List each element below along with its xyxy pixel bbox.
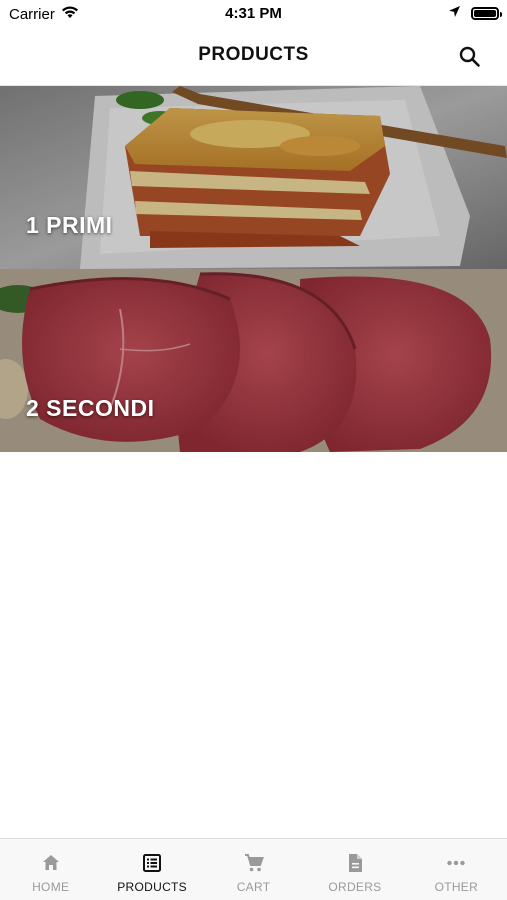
- header-bar: PRODUCTS: [0, 28, 507, 86]
- tab-bar: HOME PRODUCTS CART ORDERS OTHER: [0, 838, 507, 900]
- list-icon: [143, 854, 162, 872]
- category-tile-secondi[interactable]: 2 SECONDI: [0, 269, 507, 452]
- status-right: [448, 5, 502, 22]
- tab-label: CART: [236, 880, 271, 894]
- tab-other[interactable]: OTHER: [406, 839, 507, 900]
- battery-icon: [471, 7, 502, 20]
- tab-cart[interactable]: CART: [203, 839, 304, 900]
- more-icon: [447, 860, 466, 866]
- search-button[interactable]: [455, 42, 485, 72]
- location-arrow-icon: [448, 5, 461, 22]
- tab-home[interactable]: HOME: [0, 839, 101, 900]
- tab-products[interactable]: PRODUCTS: [101, 839, 202, 900]
- tile-overlay: [0, 269, 507, 452]
- tab-label: HOME: [32, 880, 70, 894]
- products-screen: Carrier 4:31 PM PRODUCTS 1 PRIMI 2 SECON…: [0, 0, 507, 900]
- document-icon: [348, 854, 362, 872]
- status-time: 4:31 PM: [225, 5, 282, 22]
- home-icon: [42, 855, 59, 870]
- tab-label: OTHER: [434, 880, 479, 894]
- tab-label: ORDERS: [328, 880, 382, 894]
- category-label: 2 SECONDI: [26, 395, 155, 421]
- tab-orders[interactable]: ORDERS: [304, 839, 405, 900]
- page-title: PRODUCTS: [198, 44, 309, 65]
- category-tile-primi[interactable]: 1 PRIMI: [0, 86, 507, 269]
- status-bar: Carrier 4:31 PM: [0, 0, 507, 28]
- tile-overlay: [0, 86, 507, 269]
- search-icon: [459, 46, 480, 67]
- cart-icon: [244, 854, 264, 872]
- category-label: 1 PRIMI: [26, 212, 113, 238]
- tab-label: PRODUCTS: [117, 880, 187, 894]
